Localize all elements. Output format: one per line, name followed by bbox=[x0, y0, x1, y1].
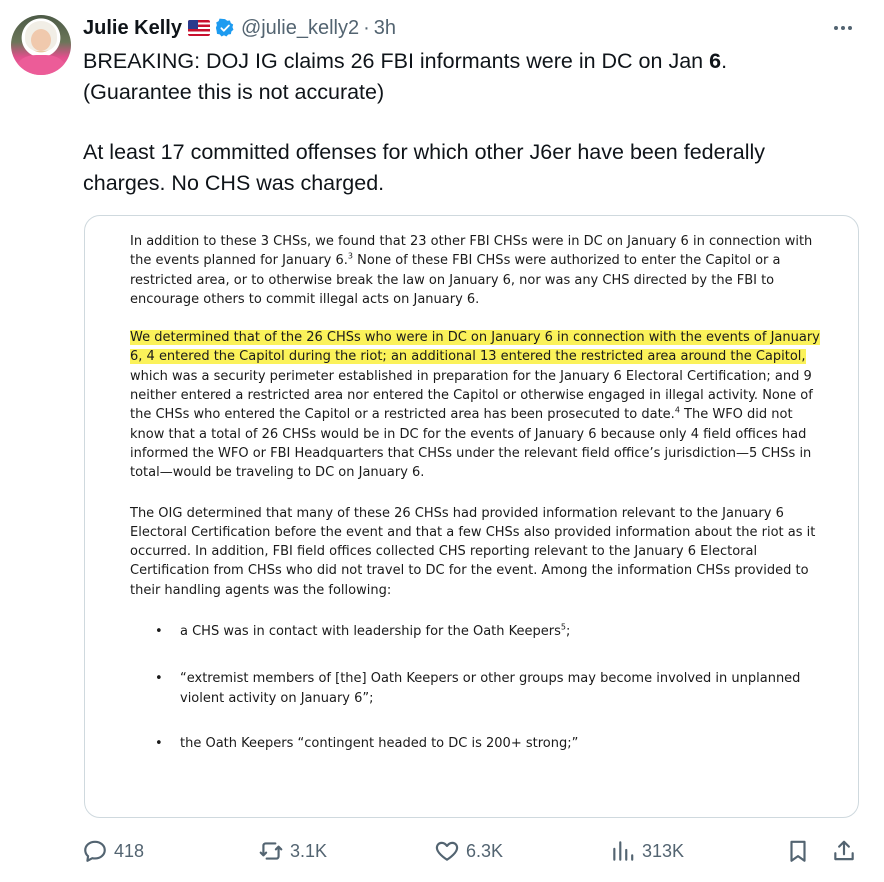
share-button[interactable] bbox=[831, 836, 857, 866]
attached-image[interactable]: In addition to these 3 CHSs, we found th… bbox=[84, 215, 859, 818]
reply-count: 418 bbox=[114, 840, 145, 861]
repost-icon bbox=[259, 842, 283, 860]
repost-count: 3.1K bbox=[290, 840, 328, 861]
tweet-line-1: BREAKING: DOJ IG claims 26 FBI informant… bbox=[83, 49, 728, 73]
tweet-text: BREAKING: DOJ IG claims 26 FBI informant… bbox=[83, 46, 853, 199]
document-excerpt: In addition to these 3 CHSs, we found th… bbox=[130, 232, 830, 779]
share-icon bbox=[834, 840, 854, 861]
doc-paragraph-1: In addition to these 3 CHSs, we found th… bbox=[130, 234, 813, 307]
post-time[interactable]: 3h bbox=[374, 17, 396, 40]
reply-button[interactable]: 418 bbox=[82, 836, 144, 866]
heart-icon bbox=[435, 841, 459, 861]
author-name[interactable]: Julie Kelly bbox=[83, 17, 182, 40]
separator-dot: · bbox=[363, 16, 370, 39]
tweet-line-3: At least 17 committed offenses for which… bbox=[83, 140, 766, 195]
like-button[interactable]: 6.3K bbox=[434, 836, 503, 866]
verified-badge-icon[interactable] bbox=[215, 18, 235, 38]
views-chart-icon bbox=[613, 841, 634, 861]
like-count: 6.3K bbox=[466, 840, 504, 861]
doc-bullet-2: “extremist members of [the] Oath Keepers… bbox=[130, 669, 830, 708]
doc-bullet-3: the Oath Keepers “contingent headed to D… bbox=[130, 734, 830, 754]
bookmark-button[interactable] bbox=[785, 836, 811, 866]
highlighted-text: We determined that of the 26 CHSs who we… bbox=[130, 330, 820, 365]
more-options-icon[interactable] bbox=[828, 16, 858, 40]
doc-paragraph-3: The OIG determined that many of these 26… bbox=[130, 505, 816, 598]
doc-bullet-1: a CHS was in contact with leadership for… bbox=[130, 622, 830, 642]
author-handle[interactable]: @julie_kelly2 bbox=[241, 17, 359, 40]
bookmark-icon bbox=[790, 840, 806, 862]
tweet-header: Julie Kelly @julie_kelly2 · 3h bbox=[83, 14, 396, 42]
repost-button[interactable]: 3.1K bbox=[258, 836, 327, 866]
author-avatar[interactable] bbox=[11, 15, 71, 75]
views-button[interactable]: 313K bbox=[610, 836, 684, 866]
doc-bullet-list: a CHS was in contact with leadership for… bbox=[130, 622, 830, 753]
us-flag-icon bbox=[187, 20, 210, 36]
doc-paragraph-2: We determined that of the 26 CHSs who we… bbox=[130, 330, 820, 481]
reply-icon bbox=[84, 840, 106, 862]
tweet-line-2: (Guarantee this is not accurate) bbox=[83, 80, 385, 104]
action-bar: 418 3.1K 6.3K 313K bbox=[82, 836, 862, 866]
avatar-face bbox=[31, 29, 51, 51]
views-count: 313K bbox=[642, 840, 685, 861]
avatar-shirt bbox=[17, 55, 65, 75]
